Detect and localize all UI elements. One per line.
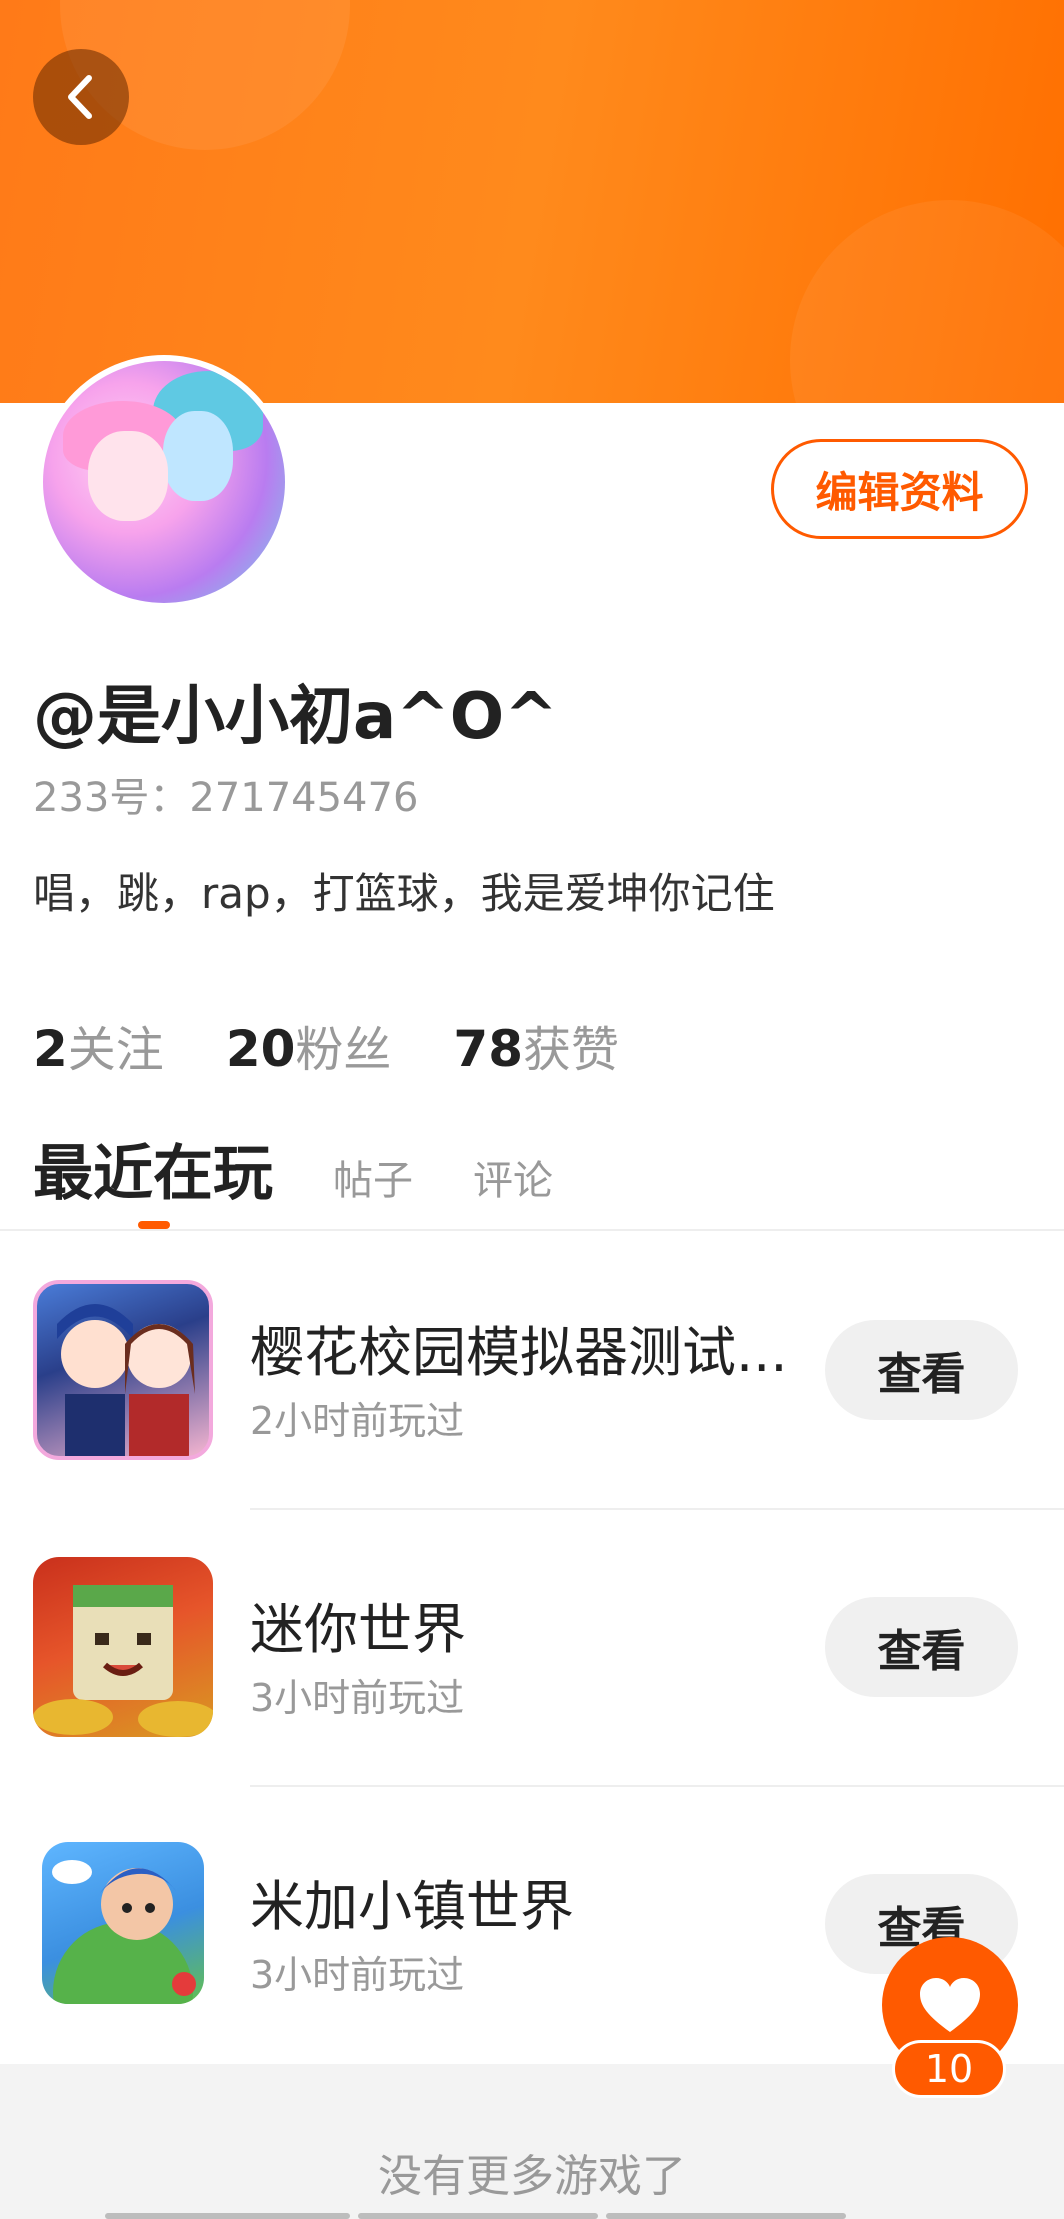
view-game-button[interactable]: 查看 (825, 1597, 1018, 1697)
profile-tabs: 最近在玩 帖子 评论 (33, 1125, 553, 1212)
edit-profile-button[interactable]: 编辑资料 (771, 439, 1028, 539)
last-played-time: 3小时前玩过 (250, 1676, 465, 1720)
mini-world-icon (33, 1557, 213, 1737)
profile-banner (0, 0, 1064, 403)
divider (250, 1508, 1064, 1510)
username: @是小小初a^O^ (33, 680, 558, 754)
heart-icon (920, 1978, 980, 2032)
tab-comments[interactable]: 评论 (473, 1148, 553, 1206)
stat-followers[interactable]: 20粉丝 (226, 1010, 392, 1080)
chevron-left-icon (68, 75, 92, 119)
last-played-time: 3小时前玩过 (250, 1953, 465, 1997)
stat-label: 获赞 (523, 1022, 620, 1078)
game-title: 米加小镇世界 (250, 1875, 574, 1938)
game-list-item[interactable]: 樱花校园模拟器测试... 2小时前玩过 查看 (0, 1280, 1064, 1558)
banner-decoration (790, 200, 1064, 403)
stat-label: 关注 (67, 1022, 164, 1078)
active-tab-indicator (138, 1221, 170, 1229)
profile-page: 编辑资料 @是小小初a^O^ 233号：271745476 唱，跳，rap，打篮… (0, 0, 1064, 2219)
like-count-badge: 10 (892, 2040, 1006, 2098)
view-game-button[interactable]: 查看 (825, 1320, 1018, 1420)
miga-town-icon (42, 1842, 204, 2004)
divider (0, 1229, 1064, 1231)
stat-number: 20 (225, 1020, 296, 1078)
avatar[interactable] (37, 355, 291, 609)
last-played-time: 2小时前玩过 (250, 1399, 465, 1443)
sakura-school-icon (33, 1280, 213, 1460)
tab-posts[interactable]: 帖子 (333, 1148, 413, 1206)
stats-row: 2关注 20粉丝 78获赞 (33, 1010, 619, 1080)
back-button[interactable] (33, 49, 129, 145)
stat-likes[interactable]: 78获赞 (453, 1010, 619, 1080)
game-title: 樱花校园模拟器测试... (250, 1321, 788, 1384)
stat-number: 78 (453, 1020, 524, 1078)
stat-label: 粉丝 (295, 1022, 392, 1078)
avatar-image (43, 361, 285, 603)
user-bio: 唱，跳，rap，打篮球，我是爱坤你记住 (33, 869, 775, 918)
game-title: 迷你世界 (250, 1598, 466, 1661)
footer-scroll-bars (105, 2213, 846, 2219)
no-more-games-text: 没有更多游戏了 (378, 2151, 686, 2202)
user-id: 233号：271745476 (33, 775, 419, 821)
game-list-item[interactable]: 迷你世界 3小时前玩过 查看 (0, 1557, 1064, 1835)
stat-following[interactable]: 2关注 (33, 1010, 164, 1080)
tab-recently-played[interactable]: 最近在玩 (33, 1125, 273, 1212)
stat-number: 2 (33, 1020, 68, 1078)
divider (250, 1785, 1064, 1787)
